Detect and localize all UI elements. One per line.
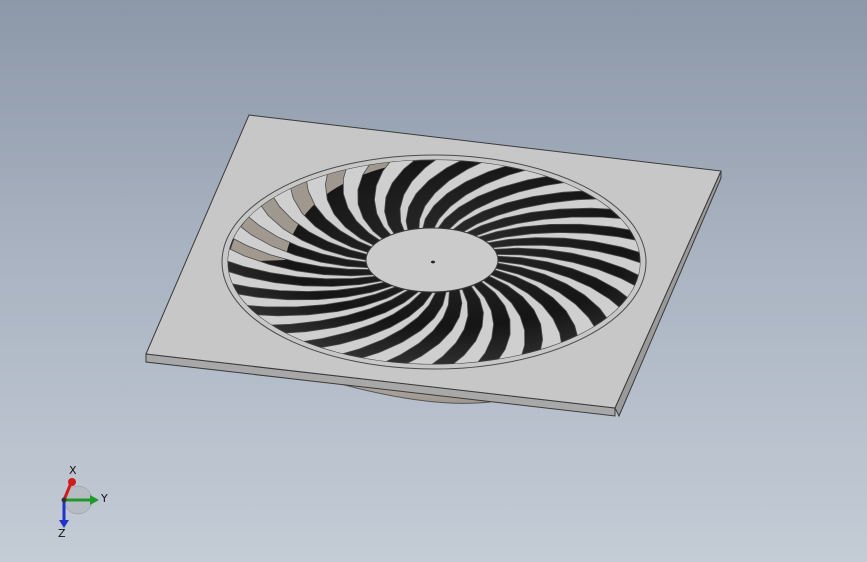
x-axis-label: X	[69, 464, 77, 477]
y-axis-arrow	[90, 495, 99, 505]
reference-triad[interactable]: X Y Z	[44, 460, 114, 540]
graphics-viewport[interactable]: X Y Z	[0, 0, 867, 562]
z-axis-label: Z	[58, 527, 66, 540]
triad-origin	[61, 497, 67, 503]
model-view[interactable]	[0, 0, 867, 562]
hub-center-point	[431, 260, 435, 264]
x-axis-tip	[68, 478, 76, 486]
y-axis-label: Y	[100, 492, 108, 505]
center-hub	[365, 227, 499, 293]
